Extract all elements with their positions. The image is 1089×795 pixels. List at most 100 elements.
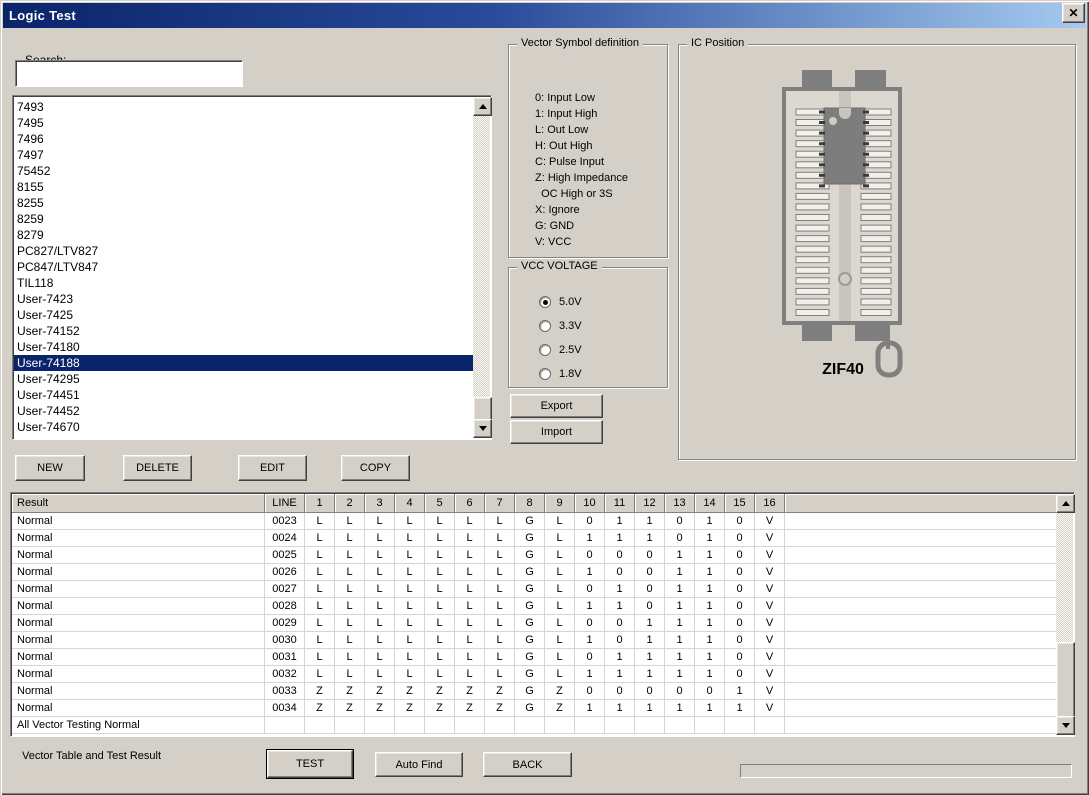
pin-cell: 1: [665, 547, 695, 564]
vcc-option[interactable]: 1.8V: [539, 362, 582, 386]
result-cell: Normal: [12, 513, 265, 530]
table-row[interactable]: Normal 0027 L L L L L L L G L 0 1 0 1 1 0 V: [12, 581, 1056, 598]
pin-slot: [860, 203, 892, 211]
edit-button[interactable]: EDIT: [238, 455, 307, 481]
pin-cell: 1: [665, 649, 695, 666]
list-item[interactable]: PC847/LTV847: [14, 259, 473, 275]
list-item[interactable]: 7493: [14, 99, 473, 115]
list-item[interactable]: PC827/LTV827: [14, 243, 473, 259]
radio-icon[interactable]: [539, 320, 551, 332]
table-scroll-thumb[interactable]: [1056, 642, 1075, 718]
list-item[interactable]: 7497: [14, 147, 473, 163]
list-item[interactable]: 8155: [14, 179, 473, 195]
list-item[interactable]: 8279: [14, 227, 473, 243]
ic-list-scrollbar[interactable]: [473, 97, 492, 438]
list-item[interactable]: 8259: [14, 211, 473, 227]
table-row[interactable]: Normal 0034 Z Z Z Z Z Z Z G Z 1 1 1 1 1 1 V: [12, 700, 1056, 717]
pin-cell: L: [545, 649, 575, 666]
table-row[interactable]: Normal 0025 L L L L L L L G L 0 0 0 1 1 0 V: [12, 547, 1056, 564]
list-item[interactable]: 75452: [14, 163, 473, 179]
filler-cell: [785, 564, 1056, 581]
pin-cell: 1: [605, 666, 635, 683]
vcc-option-label: 5.0V: [559, 296, 582, 308]
vector-symbol-line: V: VCC: [535, 236, 572, 248]
vcc-option[interactable]: 3.3V: [539, 314, 582, 338]
pin-cell: L: [305, 666, 335, 683]
vcc-option[interactable]: 5.0V: [539, 290, 582, 314]
new-button[interactable]: NEW: [15, 455, 85, 481]
list-item[interactable]: 7495: [14, 115, 473, 131]
pin-slot: [795, 277, 830, 285]
header-cell: 12: [635, 494, 665, 513]
pin-cell: 0: [725, 666, 755, 683]
search-input[interactable]: [15, 60, 243, 87]
pin-cell: L: [305, 598, 335, 615]
pin-cell: L: [455, 530, 485, 547]
table-row[interactable]: Normal 0023 L L L L L L L G L 0 1 1 0 1 0 V: [12, 513, 1056, 530]
list-item[interactable]: User-74188: [14, 355, 473, 371]
pin-cell: L: [455, 632, 485, 649]
pin-cell: Z: [395, 700, 425, 717]
list-item[interactable]: User-7423: [14, 291, 473, 307]
filler-cell: [785, 717, 1056, 734]
copy-button[interactable]: COPY: [341, 455, 410, 481]
close-button[interactable]: ✕: [1062, 3, 1085, 23]
table-scroll-down-button[interactable]: [1056, 716, 1075, 735]
pin-cell: L: [545, 547, 575, 564]
list-item[interactable]: User-74670: [14, 419, 473, 435]
delete-button[interactable]: DELETE: [123, 455, 192, 481]
list-item[interactable]: User-74451: [14, 387, 473, 403]
import-button[interactable]: Import: [510, 420, 603, 444]
list-item[interactable]: User-74295: [14, 371, 473, 387]
line-cell: 0032: [265, 666, 305, 683]
list-item[interactable]: 8255: [14, 195, 473, 211]
auto-find-button[interactable]: Auto Find: [375, 752, 463, 777]
vector-symbol-line: C: Pulse Input: [535, 156, 605, 168]
table-scrollbar[interactable]: [1056, 494, 1075, 735]
pin-cell: L: [485, 513, 515, 530]
pin-cell: 1: [665, 666, 695, 683]
pin-cell: V: [755, 598, 785, 615]
vector-symbol-groupbox: Vector Symbol definition 0: Input Low 1: …: [508, 37, 668, 258]
table-row[interactable]: Normal 0030 L L L L L L L G L 1 0 1 1 1 0 V: [12, 632, 1056, 649]
table-row[interactable]: Normal 0024 L L L L L L L G L 1 1 1 0 1 0 V: [12, 530, 1056, 547]
pin-cell: L: [305, 513, 335, 530]
table-row[interactable]: Normal 0026 L L L L L L L G L 1 0 0 1 1 0 V: [12, 564, 1056, 581]
export-button[interactable]: Export: [510, 394, 603, 418]
radio-icon[interactable]: [539, 344, 551, 356]
pin-cell: 0: [635, 564, 665, 581]
test-button[interactable]: TEST: [267, 750, 353, 778]
pin-cell: L: [305, 632, 335, 649]
ic-listbox[interactable]: 7493 7495 7496 7497 75452 8155 8255 8259 8279 PC8…: [12, 95, 492, 440]
list-item[interactable]: TIL118: [14, 275, 473, 291]
list-item[interactable]: User-74152: [14, 323, 473, 339]
scroll-down-button[interactable]: [473, 419, 492, 438]
table-row[interactable]: Normal 0032 L L L L L L L G L 1 1 1 1 1 0 V: [12, 666, 1056, 683]
vcc-option[interactable]: 2.5V: [539, 338, 582, 362]
radio-icon[interactable]: [539, 296, 551, 308]
pin-cell: 0: [605, 564, 635, 581]
list-item[interactable]: 7496: [14, 131, 473, 147]
pin-cell: L: [335, 530, 365, 547]
radio-icon[interactable]: [539, 368, 551, 380]
list-item[interactable]: User-7425: [14, 307, 473, 323]
pin-cell: L: [485, 615, 515, 632]
table-row[interactable]: Normal 0031 L L L L L L L G L 0 1 1 1 1 0 V: [12, 649, 1056, 666]
table-row[interactable]: All Vector Testing Normal: [12, 717, 1056, 734]
table-scroll-up-button[interactable]: [1056, 494, 1075, 513]
pin-cell: 0: [695, 683, 725, 700]
scroll-up-button[interactable]: [473, 97, 492, 116]
table-row[interactable]: Normal 0029 L L L L L L L G L 0 0 1 1 1 0 V: [12, 615, 1056, 632]
result-table[interactable]: Result LINE 1 2 3 4 5 6 7 8 9 10 11 12 13 14 15 16 Normal…: [10, 492, 1075, 737]
table-row[interactable]: Normal 0028 L L L L L L L G L 1 1 0 1 1 0 V: [12, 598, 1056, 615]
pin-cell: 0: [575, 547, 605, 564]
chip-pin-tick: [819, 110, 825, 114]
back-button[interactable]: BACK: [483, 752, 572, 777]
list-item[interactable]: User-74180: [14, 339, 473, 355]
pin-cell: [425, 717, 455, 734]
table-row[interactable]: Normal 0033 Z Z Z Z Z Z Z G Z 0 0 0 0 0 1 V: [12, 683, 1056, 700]
pin-cell: 0: [665, 530, 695, 547]
pin-cell: 1: [635, 615, 665, 632]
result-cell: Normal: [12, 632, 265, 649]
list-item[interactable]: User-74452: [14, 403, 473, 419]
